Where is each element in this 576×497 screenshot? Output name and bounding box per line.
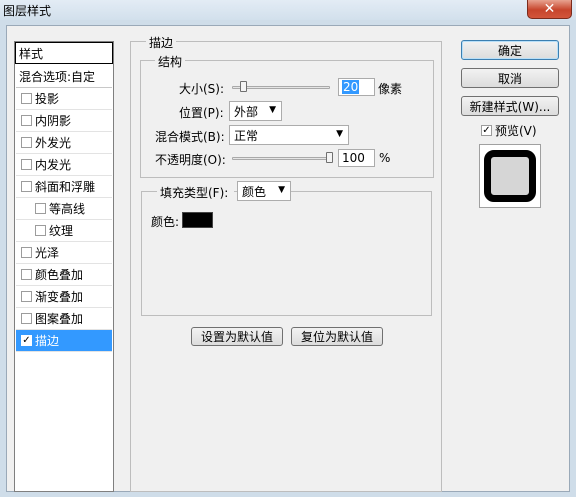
checkbox-icon[interactable]: ✓ [21,335,32,346]
close-button[interactable]: ✕ [527,0,572,19]
size-label: 大小(S): [179,82,225,96]
style-item-label: 等高线 [49,202,86,216]
blend-mode-label: 混合模式(B): [155,130,225,144]
size-slider-track[interactable] [232,86,330,89]
style-list: 样式 混合选项:自定 投影内阴影外发光内发光斜面和浮雕等高线纹理光泽颜色叠加渐变… [14,41,114,492]
style-item-label: 外发光 [35,136,72,150]
style-item-label: 投影 [35,92,60,106]
new-style-label: 新建样式(W)... [469,99,551,114]
cancel-label: 取消 [497,71,522,86]
make-default-label: 设置为默认值 [200,330,273,344]
checkbox-icon[interactable] [21,269,32,280]
style-item[interactable]: 等高线 [16,198,112,220]
style-item[interactable]: 纹理 [16,220,112,242]
position-value: 外部 [234,104,259,119]
style-item[interactable]: ✓ 描边 [16,330,112,352]
checkbox-icon[interactable] [21,181,32,192]
checkbox-icon[interactable] [35,203,46,214]
fill-type-value: 颜色 [242,184,267,199]
checkbox-icon[interactable] [35,225,46,236]
size-input[interactable]: 20 [338,78,375,96]
structure-group-title: 结构 [155,53,186,70]
style-item[interactable]: 外发光 [16,132,112,154]
style-item-label: 渐变叠加 [35,290,84,304]
chevron-down-icon: ▼ [336,129,343,139]
checkbox-icon[interactable] [21,247,32,258]
style-item[interactable]: 渐变叠加 [16,286,112,308]
make-default-button[interactable]: 设置为默认值 [191,327,283,346]
style-item-label: 颜色叠加 [35,268,84,282]
blend-mode-dropdown[interactable]: 正常 ▼ [229,125,349,145]
fill-type-dropdown[interactable]: 颜色 ▼ [237,181,291,201]
preview-checkbox[interactable]: ✓ 预览(V) [481,122,537,139]
checkbox-icon[interactable] [21,291,32,302]
style-item-label: 内阴影 [35,114,72,128]
opacity-slider-thumb[interactable] [326,152,333,163]
style-item[interactable]: 内发光 [16,154,112,176]
ok-label: 确定 [497,43,522,58]
blending-options-label: 混合选项:自定 [19,70,96,84]
stroke-group-title: 描边 [146,34,177,51]
style-item[interactable]: 颜色叠加 [16,264,112,286]
checkbox-icon[interactable] [21,93,32,104]
opacity-label: 不透明度(O): [155,153,226,167]
style-item-label: 内发光 [35,158,72,172]
style-list-header-label: 样式 [19,46,44,61]
style-item[interactable]: 内阴影 [16,110,112,132]
blend-mode-value: 正常 [234,128,259,143]
style-item[interactable]: 光泽 [16,242,112,264]
position-dropdown[interactable]: 外部 ▼ [229,101,282,121]
style-item[interactable]: 图案叠加 [16,308,112,330]
checkbox-icon[interactable] [21,159,32,170]
window-titlebar: 图层样式 [0,0,576,20]
chevron-down-icon: ▼ [269,105,276,115]
preview-label: 预览(V) [495,124,537,138]
opacity-unit: % [379,151,391,165]
position-label: 位置(P): [179,106,224,120]
size-value: 20 [342,80,360,94]
style-item-label: 纹理 [49,224,74,238]
new-style-button[interactable]: 新建样式(W)... [461,96,559,116]
style-item-label: 光泽 [35,246,60,260]
checkbox-icon[interactable] [21,137,32,148]
size-unit: 像素 [378,82,403,96]
close-icon: ✕ [543,1,556,17]
blending-options-item[interactable]: 混合选项:自定 [16,66,112,88]
preview-stroke-square [484,150,536,202]
opacity-slider-track[interactable] [232,157,330,160]
style-item[interactable]: 投影 [16,88,112,110]
style-list-header[interactable]: 样式 [15,42,113,64]
opacity-input[interactable]: 100 [338,149,375,167]
opacity-value: 100 [342,151,365,165]
color-label: 颜色: [151,215,180,229]
checkbox-icon[interactable] [21,313,32,324]
style-item[interactable]: 斜面和浮雕 [16,176,112,198]
ok-button[interactable]: 确定 [461,40,559,60]
color-swatch[interactable] [182,212,213,228]
window-title: 图层样式 [3,4,52,18]
fill-type-group [141,191,432,316]
reset-default-label: 复位为默认值 [300,330,373,344]
style-item-label: 图案叠加 [35,312,84,326]
size-slider-thumb[interactable] [239,81,247,92]
checkbox-icon: ✓ [481,124,492,136]
style-item-label: 斜面和浮雕 [35,180,96,194]
style-item-label: 描边 [35,334,60,348]
reset-default-button[interactable]: 复位为默认值 [291,327,383,346]
fill-type-label: 填充类型(F): [157,184,235,201]
checkbox-icon[interactable] [21,115,32,126]
chevron-down-icon: ▼ [278,185,285,195]
cancel-button[interactable]: 取消 [461,68,559,88]
